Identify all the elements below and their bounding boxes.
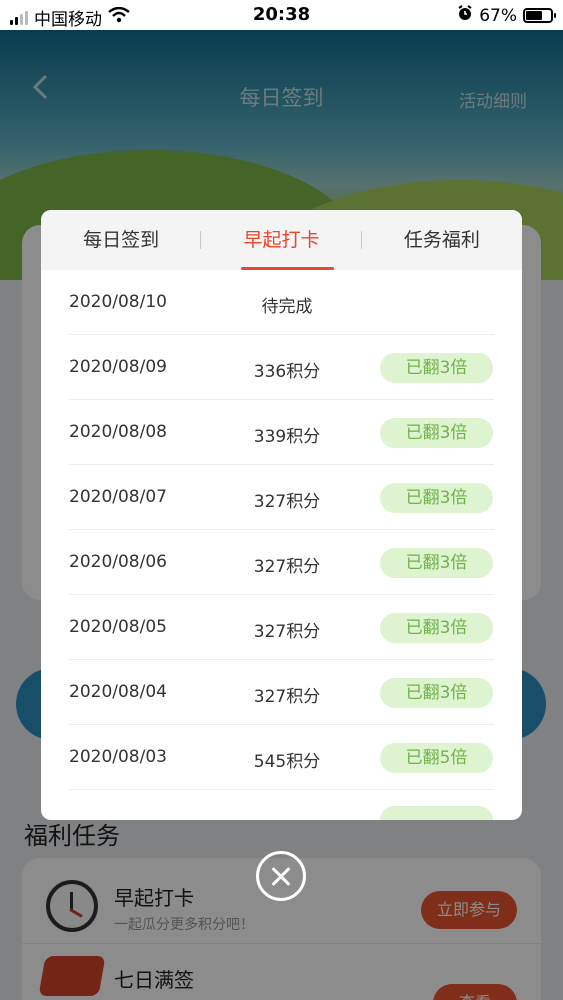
alarm-icon bbox=[457, 5, 473, 26]
tab-task-welfare[interactable]: 任务福利 bbox=[362, 210, 522, 270]
close-icon[interactable] bbox=[256, 851, 306, 901]
record-points: 327积分 bbox=[253, 492, 321, 512]
multiplier-badge: 已翻3倍 bbox=[380, 353, 493, 383]
list-item: 2020/08/07 327积分 已翻3倍 bbox=[69, 465, 494, 530]
battery-percent: 67% bbox=[479, 5, 517, 26]
checkin-records-modal: 每日签到 早起打卡 任务福利 2020/08/10 待完成 2020/08/09… bbox=[41, 210, 522, 820]
multiplier-badge: 已翻5倍 bbox=[380, 743, 493, 773]
multiplier-badge: 已翻3倍 bbox=[380, 483, 493, 513]
record-points: 327积分 bbox=[253, 557, 321, 577]
battery-icon bbox=[523, 8, 556, 23]
list-item: 2020/08/04 327积分 已翻3倍 bbox=[69, 660, 494, 725]
list-item: 2020/08/09 336积分 已翻3倍 bbox=[69, 335, 494, 400]
list-item: 2020/08/08 339积分 已翻3倍 bbox=[69, 400, 494, 465]
multiplier-badge: 已翻3倍 bbox=[380, 678, 493, 708]
record-points: 545积分 bbox=[253, 752, 321, 772]
tab-label: 任务福利 bbox=[403, 229, 480, 251]
record-points: 327积分 bbox=[253, 622, 321, 642]
record-date: 2020/08/03 bbox=[69, 747, 167, 767]
record-points: 327积分 bbox=[253, 687, 321, 707]
next-badge-peek bbox=[380, 806, 493, 820]
record-date: 2020/08/07 bbox=[69, 487, 167, 507]
tab-daily-checkin[interactable]: 每日签到 bbox=[41, 210, 202, 270]
record-date: 2020/08/06 bbox=[69, 552, 167, 572]
tab-label: 每日签到 bbox=[83, 229, 160, 251]
list-item: 2020/08/06 327积分 已翻3倍 bbox=[69, 530, 494, 595]
record-points: 待完成 bbox=[261, 297, 313, 317]
tab-early-checkin[interactable]: 早起打卡 bbox=[201, 210, 362, 270]
record-date: 2020/08/09 bbox=[69, 357, 167, 377]
modal-tabs: 每日签到 早起打卡 任务福利 bbox=[41, 210, 522, 270]
multiplier-badge: 已翻3倍 bbox=[380, 418, 493, 448]
multiplier-badge: 已翻3倍 bbox=[380, 548, 493, 578]
record-date: 2020/08/08 bbox=[69, 422, 167, 442]
list-item: 2020/08/05 327积分 已翻3倍 bbox=[69, 595, 494, 660]
status-right: 67% bbox=[457, 5, 556, 26]
record-date: 2020/08/05 bbox=[69, 617, 167, 637]
status-bar: 中国移动 20:38 67% bbox=[0, 0, 563, 30]
record-points: 339积分 bbox=[253, 427, 321, 447]
list-item: 2020/08/03 545积分 已翻5倍 bbox=[69, 725, 494, 790]
tab-label: 早起打卡 bbox=[243, 229, 320, 251]
records-list[interactable]: 2020/08/10 待完成 2020/08/09 336积分 已翻3倍 202… bbox=[69, 270, 494, 790]
record-points: 336积分 bbox=[253, 362, 321, 382]
list-item: 2020/08/10 待完成 bbox=[69, 270, 494, 335]
multiplier-badge: 已翻3倍 bbox=[380, 613, 493, 643]
record-date: 2020/08/04 bbox=[69, 682, 167, 702]
record-date: 2020/08/10 bbox=[69, 292, 167, 312]
